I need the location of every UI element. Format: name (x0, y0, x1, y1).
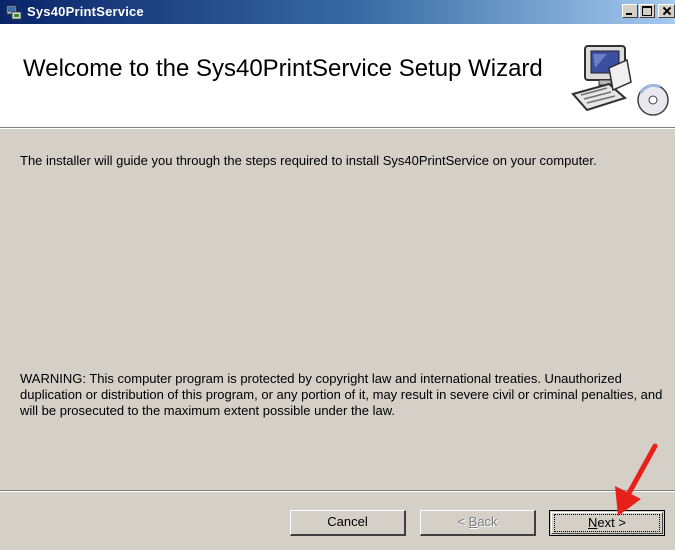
title-bar[interactable]: Sys40PrintService (0, 0, 675, 24)
computer-cd-icon (571, 45, 669, 116)
installer-icon (6, 5, 22, 20)
intro-text: The installer will guide you through the… (20, 153, 597, 168)
cancel-button-label: Cancel (327, 514, 368, 529)
footer-separator-highlight (0, 491, 675, 492)
window-title: Sys40PrintService (27, 4, 144, 19)
back-button-label: ack (477, 514, 498, 529)
back-button[interactable]: < Back (420, 510, 536, 536)
banner-title: Welcome to the Sys40PrintService Setup W… (23, 55, 543, 82)
wizard-banner: Welcome to the Sys40PrintService Setup W… (0, 24, 675, 128)
copyright-warning: WARNING: This computer program is protec… (20, 371, 663, 418)
minimize-button[interactable] (622, 4, 638, 18)
maximize-button[interactable] (639, 4, 655, 18)
cancel-button[interactable]: Cancel (290, 510, 406, 536)
close-button[interactable] (658, 4, 675, 18)
setup-wizard-window: Sys40PrintService Welcome to the Sys40Pr… (0, 0, 675, 550)
red-arrow-icon (615, 443, 658, 516)
back-button-prefix: < (457, 514, 469, 529)
next-button-accelerator: N (588, 515, 598, 530)
banner-separator (0, 128, 675, 129)
